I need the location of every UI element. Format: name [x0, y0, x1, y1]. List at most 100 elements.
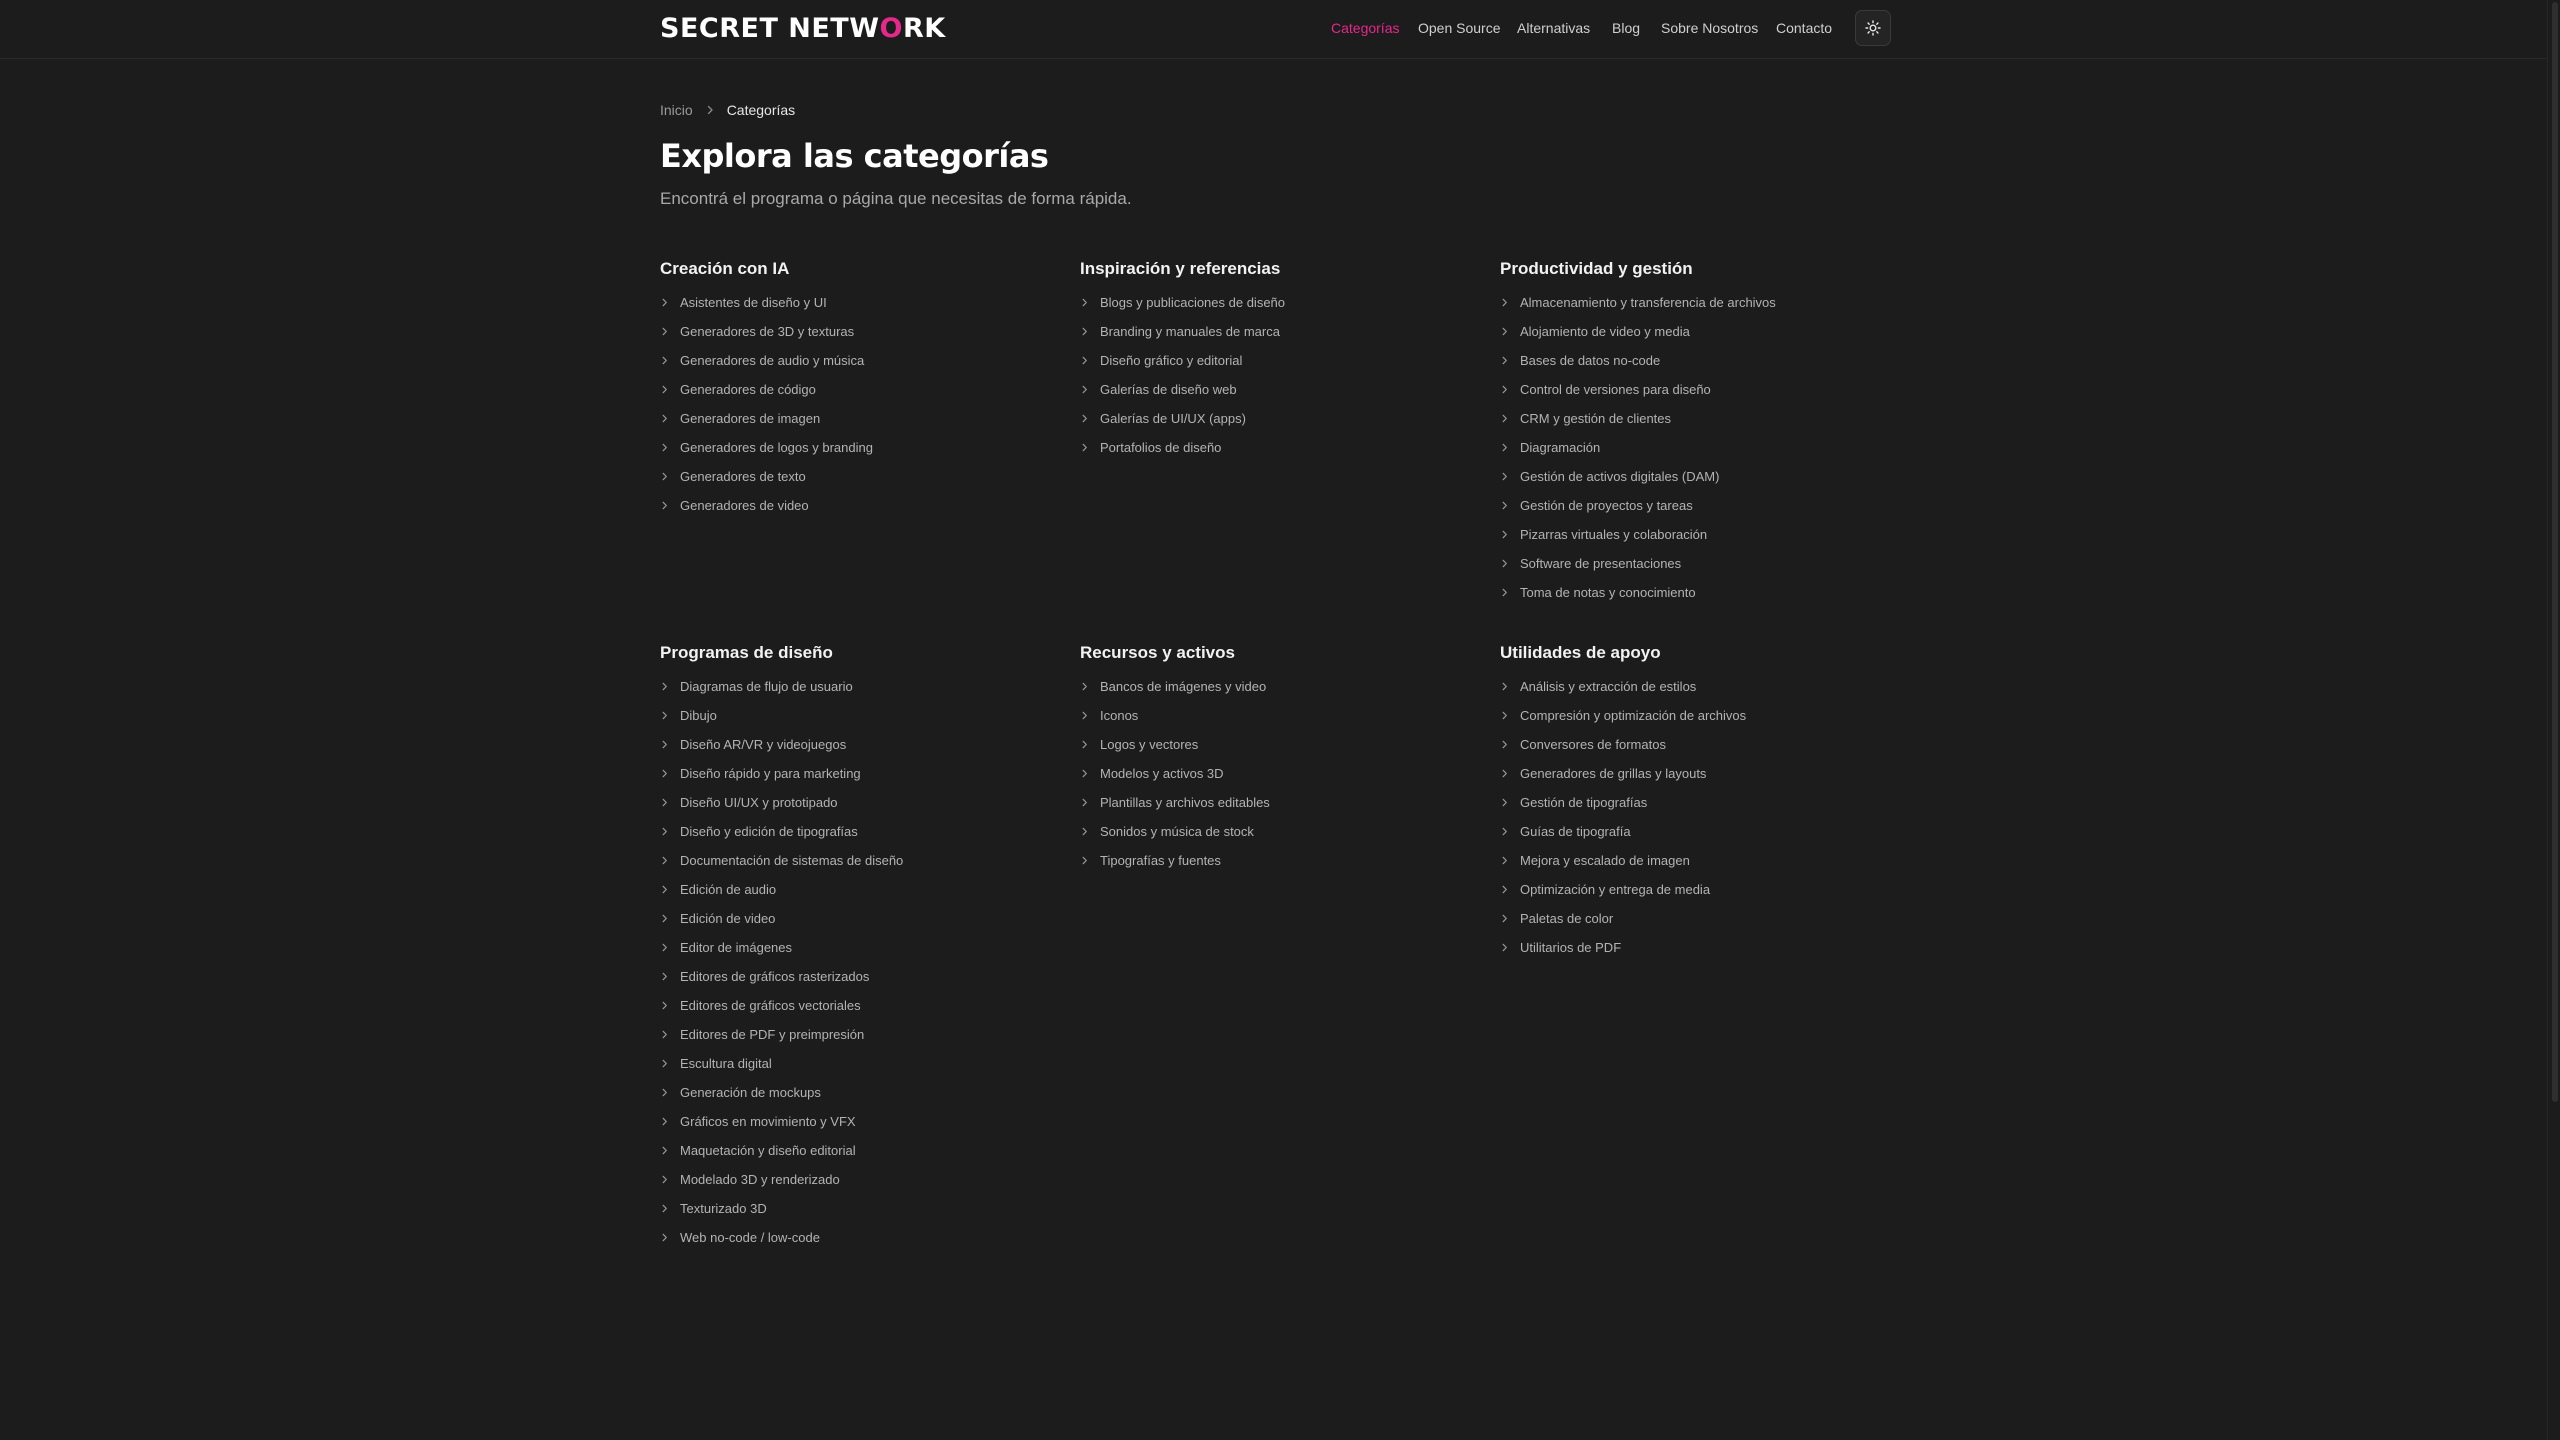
category-item-link[interactable]: Maquetación y diseño editorial: [660, 1136, 903, 1165]
category-item-link[interactable]: Asistentes de diseño y UI: [660, 288, 873, 317]
category-item-link[interactable]: Branding y manuales de marca: [1080, 317, 1285, 346]
category-item-label: Diagramación: [1520, 440, 1601, 455]
category-item-link[interactable]: Generadores de código: [660, 375, 873, 404]
category-item-link[interactable]: Diseño UI/UX y prototipado: [660, 788, 903, 817]
category-item-label: Editores de gráficos rasterizados: [680, 969, 870, 984]
chevron-right-icon: [707, 105, 713, 115]
category-item-link[interactable]: Optimización y entrega de media: [1500, 875, 1746, 904]
category-item-link[interactable]: Logos y vectores: [1080, 730, 1270, 759]
category-item-label: Sonidos y música de stock: [1100, 824, 1254, 839]
category-item-link[interactable]: Modelado 3D y renderizado: [660, 1165, 903, 1194]
category-item-link[interactable]: Mejora y escalado de imagen: [1500, 846, 1746, 875]
category-item-link[interactable]: Editores de gráficos vectoriales: [660, 991, 903, 1020]
category-item-link[interactable]: Control de versiones para diseño: [1500, 375, 1776, 404]
chevron-right-icon: [1500, 682, 1520, 691]
category-title: Productividad y gestión: [1500, 259, 1693, 278]
category-item-link[interactable]: Editores de gráficos rasterizados: [660, 962, 903, 991]
nav-link-categorias[interactable]: Categorías: [1331, 20, 1399, 36]
category-item-label: Iconos: [1100, 708, 1139, 723]
category-item-link[interactable]: Generadores de logos y branding: [660, 433, 873, 462]
page-subtitle: Encontrá el programa o página que necesi…: [660, 189, 1132, 208]
category-item-link[interactable]: Escultura digital: [660, 1049, 903, 1078]
category-item-link[interactable]: Utilitarios de PDF: [1500, 933, 1746, 962]
category-item-link[interactable]: Dibujo: [660, 701, 903, 730]
category-item-link[interactable]: Generadores de video: [660, 491, 873, 520]
category-item-link[interactable]: Diseño gráfico y editorial: [1080, 346, 1285, 375]
category-item-link[interactable]: Generadores de imagen: [660, 404, 873, 433]
category-item-link[interactable]: Generadores de grillas y layouts: [1500, 759, 1746, 788]
category-item-link[interactable]: Bancos de imágenes y video: [1080, 672, 1270, 701]
breadcrumb-home-link[interactable]: Inicio: [660, 102, 693, 118]
category-item-link[interactable]: Editores de PDF y preimpresión: [660, 1020, 903, 1049]
category-item-link[interactable]: Almacenamiento y transferencia de archiv…: [1500, 288, 1776, 317]
category-item-link[interactable]: Paletas de color: [1500, 904, 1746, 933]
category-item-link[interactable]: Pizarras virtuales y colaboración: [1500, 520, 1776, 549]
category-item-link[interactable]: Generación de mockups: [660, 1078, 903, 1107]
chevron-right-icon: [1500, 356, 1520, 365]
category-item-link[interactable]: Texturizado 3D: [660, 1194, 903, 1223]
category-item-link[interactable]: Toma de notas y conocimiento: [1500, 578, 1776, 607]
category-item-link[interactable]: Web no-code / low-code: [660, 1223, 903, 1252]
category-item-link[interactable]: Documentación de sistemas de diseño: [660, 846, 903, 875]
category-item-link[interactable]: Blogs y publicaciones de diseño: [1080, 288, 1285, 317]
page-scrollbar[interactable]: [2547, 0, 2560, 1440]
chevron-right-icon: [1500, 501, 1520, 510]
category-item-link[interactable]: Gestión de proyectos y tareas: [1500, 491, 1776, 520]
nav-link-blog[interactable]: Blog: [1612, 20, 1640, 36]
category-item-link[interactable]: Alojamiento de video y media: [1500, 317, 1776, 346]
category-item-link[interactable]: Iconos: [1080, 701, 1270, 730]
category-item-link[interactable]: Generadores de 3D y texturas: [660, 317, 873, 346]
category-item-link[interactable]: Modelos y activos 3D: [1080, 759, 1270, 788]
category-title: Utilidades de apoyo: [1500, 643, 1661, 662]
chevron-right-icon: [660, 298, 680, 307]
category-item-link[interactable]: Análisis y extracción de estilos: [1500, 672, 1746, 701]
category-item-link[interactable]: Tipografías y fuentes: [1080, 846, 1270, 875]
sun-icon: [1865, 20, 1881, 36]
category-item-link[interactable]: Diseño AR/VR y videojuegos: [660, 730, 903, 759]
category-item-link[interactable]: Diseño y edición de tipografías: [660, 817, 903, 846]
chevron-right-icon: [660, 740, 680, 749]
chevron-right-icon: [660, 711, 680, 720]
chevron-right-icon: [1500, 443, 1520, 452]
category-item-link[interactable]: Galerías de diseño web: [1080, 375, 1285, 404]
category-item-link[interactable]: CRM y gestión de clientes: [1500, 404, 1776, 433]
category-item-label: Diagramas de flujo de usuario: [680, 679, 853, 694]
category-item-link[interactable]: Guías de tipografía: [1500, 817, 1746, 846]
category-item-link[interactable]: Compresión y optimización de archivos: [1500, 701, 1746, 730]
category-item-label: Asistentes de diseño y UI: [680, 295, 827, 310]
site-header: SECRET NETWORK Categorías Open Source Al…: [0, 0, 2548, 59]
category-item-link[interactable]: Diagramación: [1500, 433, 1776, 462]
category-item-link[interactable]: Gráficos en movimiento y VFX: [660, 1107, 903, 1136]
category-item-label: Edición de video: [680, 911, 776, 926]
category-item-link[interactable]: Conversores de formatos: [1500, 730, 1746, 759]
category-item-label: Alojamiento de video y media: [1520, 324, 1690, 339]
chevron-right-icon: [1500, 740, 1520, 749]
category-item-link[interactable]: Gestión de activos digitales (DAM): [1500, 462, 1776, 491]
category-item-link[interactable]: Gestión de tipografías: [1500, 788, 1746, 817]
category-item-link[interactable]: Generadores de audio y música: [660, 346, 873, 375]
category-item-link[interactable]: Generadores de texto: [660, 462, 873, 491]
theme-toggle-button[interactable]: [1855, 10, 1891, 46]
category-item-link[interactable]: Portafolios de diseño: [1080, 433, 1285, 462]
category-item-link[interactable]: Sonidos y música de stock: [1080, 817, 1270, 846]
category-item-link[interactable]: Bases de datos no-code: [1500, 346, 1776, 375]
category-item-link[interactable]: Software de presentaciones: [1500, 549, 1776, 578]
category-item-link[interactable]: Diagramas de flujo de usuario: [660, 672, 903, 701]
category-item-link[interactable]: Diseño rápido y para marketing: [660, 759, 903, 788]
category-item-label: Blogs y publicaciones de diseño: [1100, 295, 1286, 310]
nav-link-open-source[interactable]: Open Source: [1418, 20, 1501, 36]
chevron-right-icon: [1500, 472, 1520, 481]
category-item-link[interactable]: Edición de video: [660, 904, 903, 933]
category-item-link[interactable]: Editor de imágenes: [660, 933, 903, 962]
category-item-link[interactable]: Plantillas y archivos editables: [1080, 788, 1270, 817]
category-item-link[interactable]: Edición de audio: [660, 875, 903, 904]
chevron-right-icon: [1080, 711, 1100, 720]
chevron-right-icon: [1500, 559, 1520, 568]
chevron-right-icon: [660, 914, 680, 923]
nav-link-alternativas[interactable]: Alternativas: [1517, 20, 1590, 36]
nav-link-contacto[interactable]: Contacto: [1776, 20, 1832, 36]
category-item-label: Pizarras virtuales y colaboración: [1520, 527, 1708, 542]
scrollbar-thumb[interactable]: [2552, 2, 2558, 1102]
category-item-link[interactable]: Galerías de UI/UX (apps): [1080, 404, 1285, 433]
nav-link-sobre-nosotros[interactable]: Sobre Nosotros: [1661, 20, 1758, 36]
